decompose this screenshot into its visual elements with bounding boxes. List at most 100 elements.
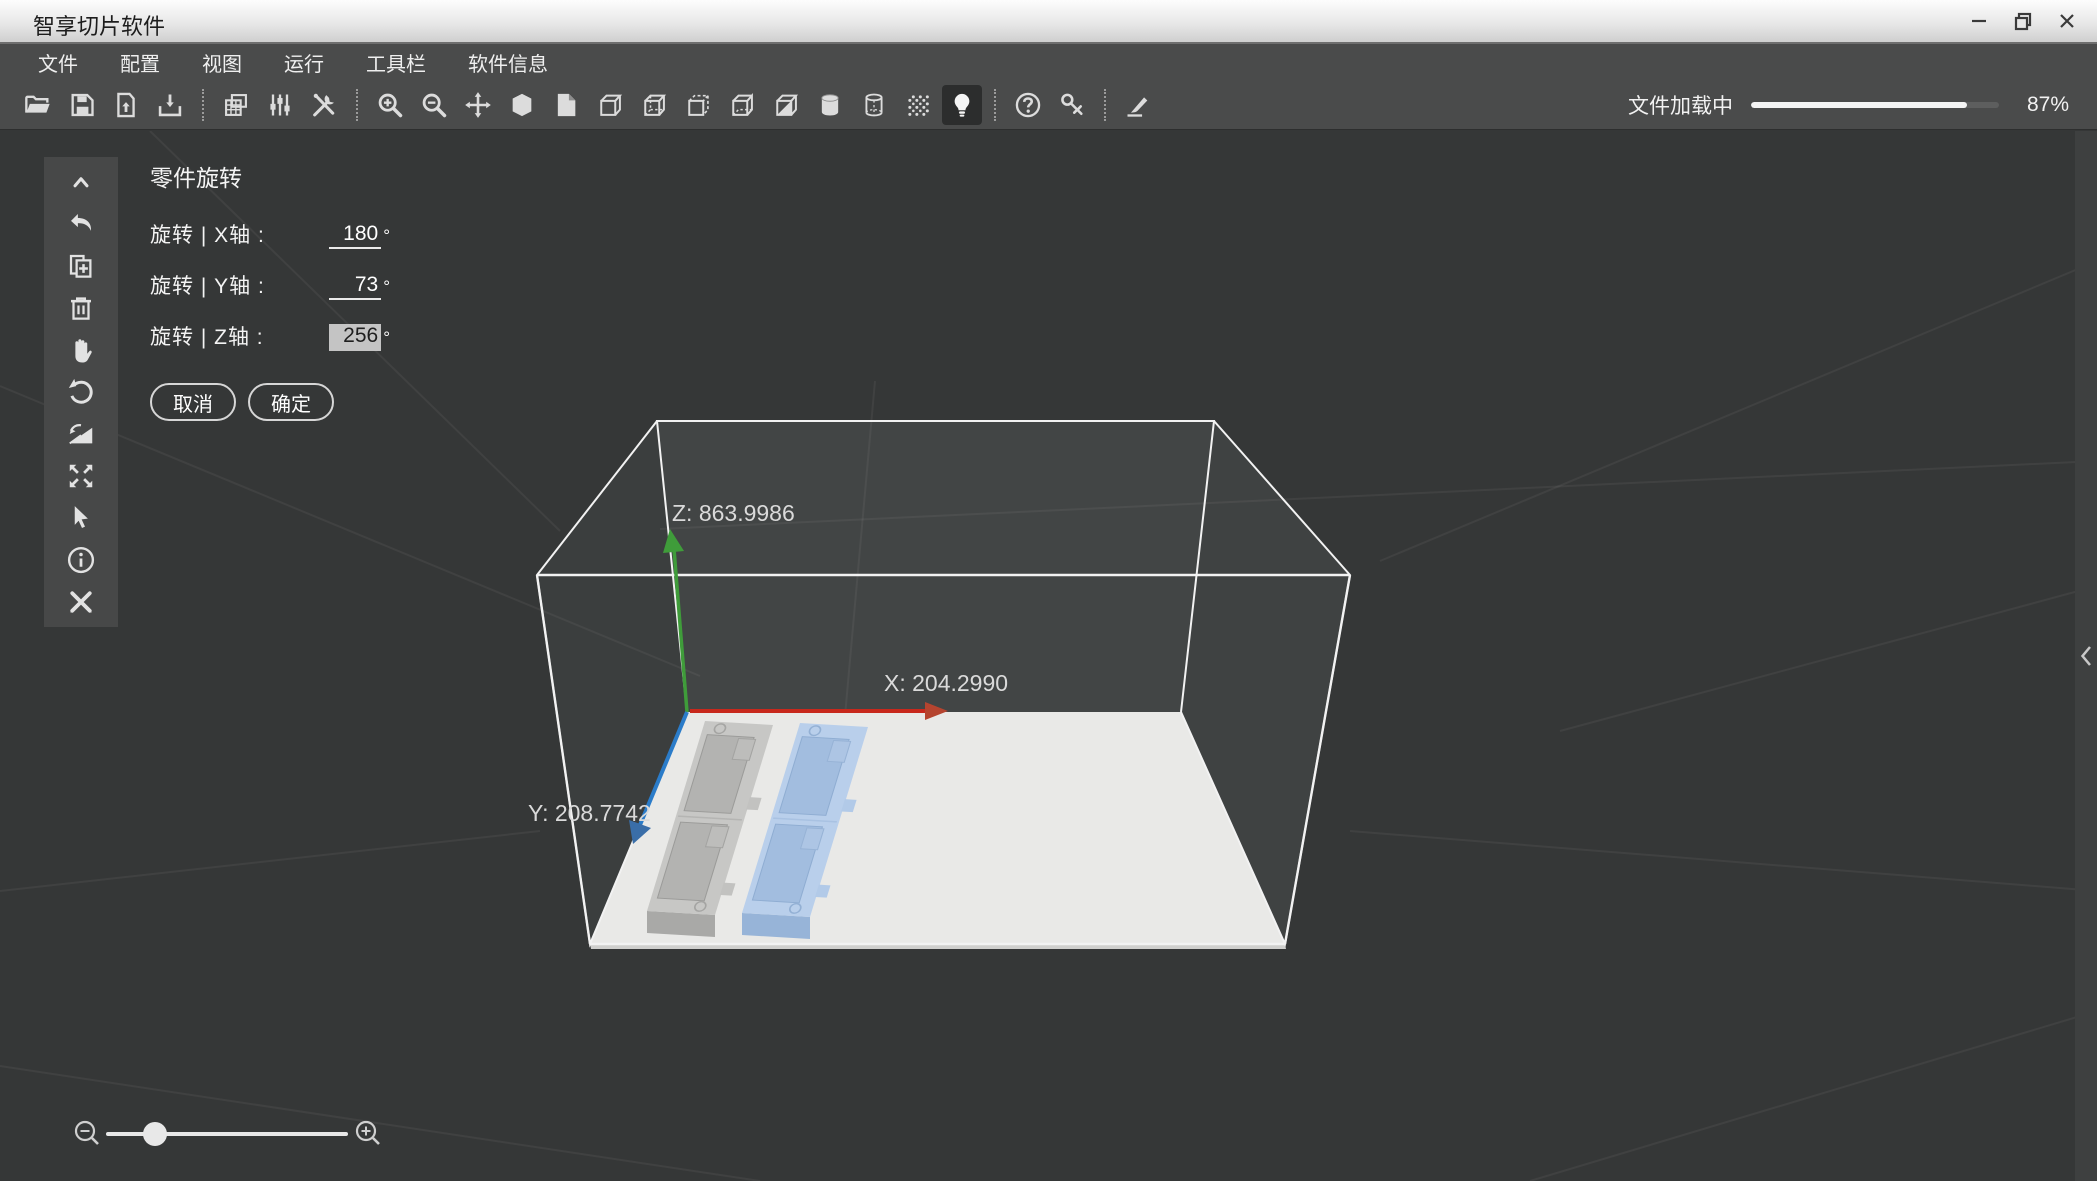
zoom-in-icon xyxy=(376,91,404,119)
menu-file[interactable]: 文件 xyxy=(30,46,86,79)
point-cloud-cube-icon xyxy=(904,91,932,119)
machine-settings-icon xyxy=(222,91,250,119)
save-button[interactable] xyxy=(62,85,102,125)
knife-button[interactable] xyxy=(1118,85,1158,125)
y-axis-label: Y: 208.7742 xyxy=(528,800,651,826)
help-button[interactable] xyxy=(1008,85,1048,125)
import-icon xyxy=(112,91,140,119)
rotation-z-unit: ° xyxy=(383,328,390,347)
solid-view-button[interactable] xyxy=(502,85,542,125)
export-icon xyxy=(156,91,184,119)
fit-view-button[interactable] xyxy=(57,455,105,497)
point-cloud-view-button[interactable] xyxy=(898,85,938,125)
menu-run[interactable]: 运行 xyxy=(276,46,332,79)
rotation-z-label: 旋转 | Z轴 : xyxy=(150,326,264,349)
hand-icon xyxy=(66,335,96,365)
viewport-3d[interactable]: Z: 863.9986 X: 204.2990 Y: 208.7742 零件旋转… xyxy=(0,131,2097,1181)
restore-icon xyxy=(2014,12,2032,31)
rotation-z-input[interactable]: 256 xyxy=(329,324,382,351)
export-button[interactable] xyxy=(150,85,190,125)
z-axis-label: Z: 863.9986 xyxy=(672,500,795,526)
chevron-up-icon xyxy=(68,169,94,195)
rotation-row-x: 旋转 | X轴 : 180 ° xyxy=(150,219,390,249)
cancel-button[interactable]: 取消 xyxy=(150,383,236,421)
confirm-button[interactable]: 确定 xyxy=(248,383,334,421)
loading-progress-bar xyxy=(1751,102,1999,108)
open-box-icon xyxy=(596,91,624,119)
half-shaded-cube-icon xyxy=(772,91,800,119)
open-top-view-button[interactable] xyxy=(722,85,762,125)
rotation-x-unit: ° xyxy=(383,226,390,245)
menu-software-info[interactable]: 软件信息 xyxy=(460,46,556,79)
rotate-button[interactable] xyxy=(57,371,105,413)
parameter-sliders-button[interactable] xyxy=(260,85,300,125)
open-top-cube-icon xyxy=(728,91,756,119)
side-toolbar xyxy=(44,157,118,627)
rotation-row-z: 旋转 | Z轴 : 256 ° xyxy=(150,321,390,351)
mirror-button[interactable] xyxy=(57,413,105,455)
key-button[interactable] xyxy=(1052,85,1092,125)
collapse-button[interactable] xyxy=(57,161,105,203)
undo-icon xyxy=(66,209,96,239)
loading-indicator: 文件加载中 87% xyxy=(1628,80,2069,130)
cylinder-icon xyxy=(816,91,844,119)
duplicate-icon xyxy=(66,251,96,281)
viewport-zoom-out-button[interactable] xyxy=(74,1120,99,1145)
zoom-out-icon xyxy=(420,91,448,119)
fit-view-icon xyxy=(66,461,96,491)
rotation-x-input[interactable]: 180 xyxy=(329,222,382,249)
loading-percent: 87% xyxy=(2026,93,2069,116)
sheet-view-button[interactable] xyxy=(546,85,586,125)
hidden-edge-view-button[interactable] xyxy=(634,85,674,125)
move-icon xyxy=(464,91,492,119)
menu-view[interactable]: 视图 xyxy=(194,46,250,79)
menu-config[interactable]: 配置 xyxy=(112,46,168,79)
dashed-view-button[interactable] xyxy=(678,85,718,125)
open-file-button[interactable] xyxy=(18,85,58,125)
sheet-icon xyxy=(552,91,580,119)
select-button[interactable] xyxy=(57,497,105,539)
solid-cube-icon xyxy=(508,91,536,119)
menu-toolbar[interactable]: 工具栏 xyxy=(358,46,434,79)
info-icon xyxy=(66,545,96,575)
duplicate-button[interactable] xyxy=(57,245,105,287)
light-toggle-button[interactable] xyxy=(942,84,982,125)
half-shade-view-button[interactable] xyxy=(766,85,806,125)
app-title: 智享切片软件 xyxy=(33,14,166,39)
wire-cylinder-icon xyxy=(860,91,888,119)
minimize-button[interactable] xyxy=(1957,0,2001,42)
restore-button[interactable] xyxy=(2001,0,2045,42)
right-panel-tab[interactable] xyxy=(2075,131,2097,1181)
machine-settings-button[interactable] xyxy=(216,85,256,125)
viewport-zoom-control xyxy=(74,1120,380,1146)
repair-button[interactable] xyxy=(57,581,105,623)
rotation-y-unit: ° xyxy=(383,277,390,296)
help-icon xyxy=(1014,91,1042,119)
undo-button[interactable] xyxy=(57,203,105,245)
info-button[interactable] xyxy=(57,539,105,581)
toolbar-separator xyxy=(202,88,204,121)
toolbar-separator xyxy=(1104,88,1106,121)
close-icon xyxy=(2060,14,2074,28)
toolbar: 文件加载中 87% xyxy=(0,80,2097,130)
pan-button[interactable] xyxy=(57,329,105,371)
zoom-out-button[interactable] xyxy=(414,85,454,125)
close-button[interactable] xyxy=(2045,0,2089,42)
rotation-row-y: 旋转 | Y轴 : 73 ° xyxy=(150,270,390,300)
viewport-zoom-slider-thumb[interactable] xyxy=(143,1122,167,1146)
save-icon xyxy=(68,91,96,119)
tools-icon xyxy=(310,91,338,119)
cursor-icon xyxy=(66,503,96,533)
rotation-y-input[interactable]: 73 xyxy=(329,273,382,300)
dashed-cube-icon xyxy=(684,91,712,119)
viewport-zoom-in-button[interactable] xyxy=(355,1120,380,1145)
wire-cylinder-view-button[interactable] xyxy=(854,85,894,125)
open-box-view-button[interactable] xyxy=(590,85,630,125)
import-button[interactable] xyxy=(106,85,146,125)
zoom-in-button[interactable] xyxy=(370,85,410,125)
cylinder-view-button[interactable] xyxy=(810,85,850,125)
delete-button[interactable] xyxy=(57,287,105,329)
tools-button[interactable] xyxy=(304,85,344,125)
move-view-button[interactable] xyxy=(458,85,498,125)
chevron-left-icon xyxy=(2077,643,2095,669)
